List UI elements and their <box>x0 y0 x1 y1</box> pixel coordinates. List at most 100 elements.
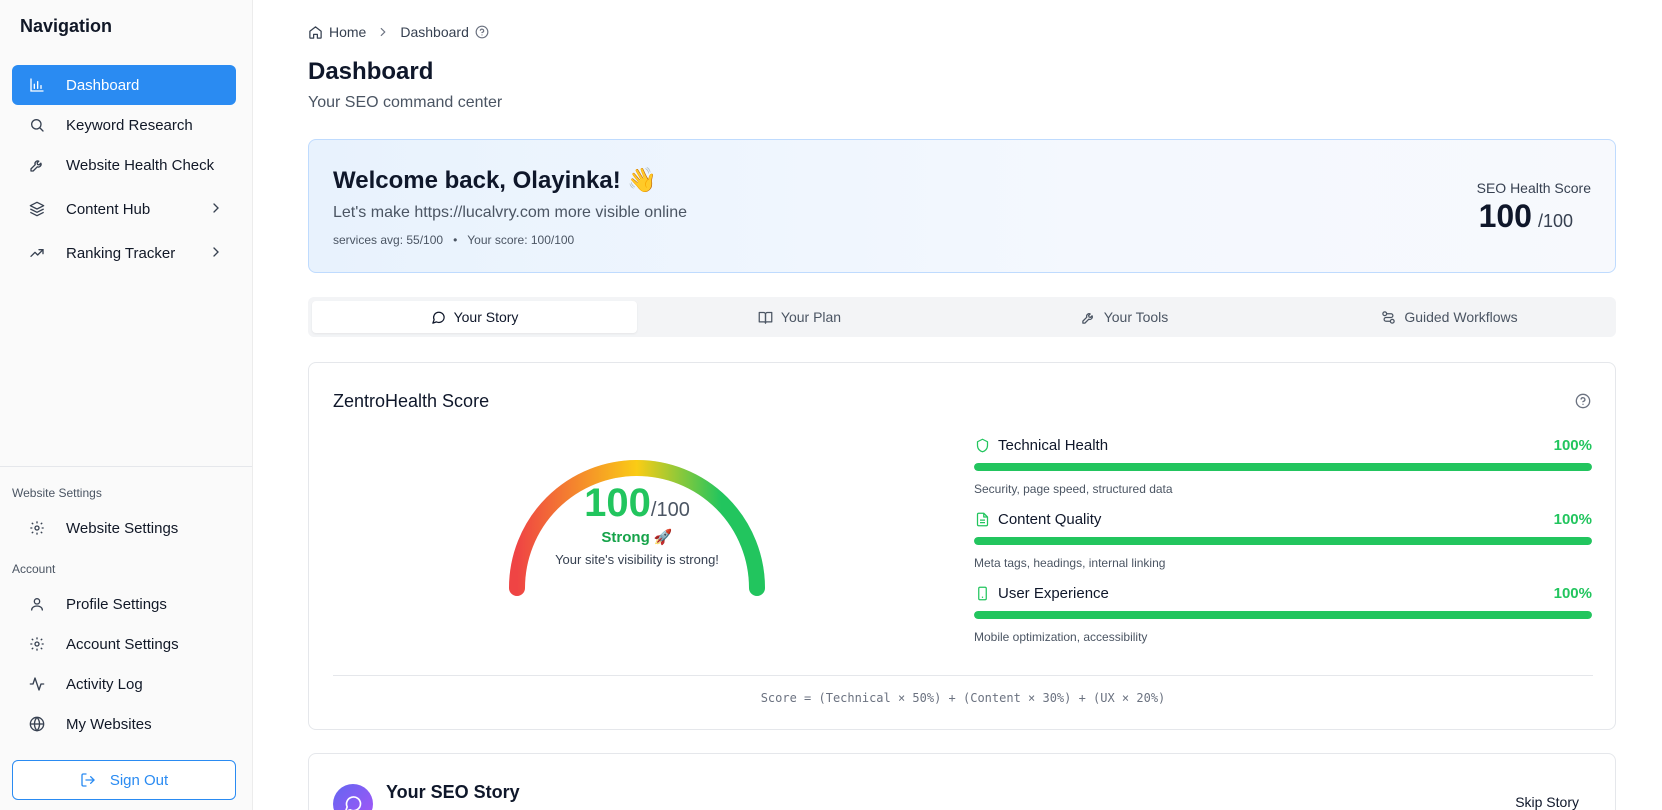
breadcrumb-home[interactable]: Home <box>329 24 366 40</box>
sidebar-item-content-hub[interactable]: Content Hub <box>12 189 236 229</box>
seo-health-score-label: SEO Health Score <box>1476 180 1591 196</box>
book-open-icon <box>758 310 773 325</box>
seo-story-card: Your SEO Story Skip Story <box>308 753 1616 810</box>
sidebar-divider <box>0 466 252 467</box>
help-circle-icon[interactable] <box>475 25 489 39</box>
seo-health-score-value: 100/100 <box>1479 198 1573 235</box>
group-label-website-settings: Website Settings <box>12 486 102 500</box>
sign-out-button[interactable]: Sign Out <box>12 760 236 800</box>
sidebar-item-activity-log[interactable]: Activity Log <box>12 664 236 704</box>
sidebar-item-account-settings[interactable]: Account Settings <box>12 624 236 664</box>
metric-name: User Experience <box>998 584 1109 602</box>
welcome-banner: Welcome back, Olayinka! 👋 Let's make htt… <box>308 139 1616 273</box>
sidebar-item-label: Activity Log <box>66 675 143 693</box>
search-icon <box>28 116 46 134</box>
tab-label: Your Tools <box>1103 309 1169 325</box>
nav-title: Navigation <box>20 16 113 36</box>
wrench-icon <box>1081 310 1096 325</box>
gauge-value: 100/100 <box>507 481 767 526</box>
file-text-icon <box>974 511 990 527</box>
gear-icon <box>28 635 46 653</box>
progress-fill <box>974 611 1592 619</box>
breadcrumb-current: Dashboard <box>400 24 469 40</box>
page-title: Dashboard <box>308 58 434 85</box>
log-out-icon <box>80 772 96 788</box>
score-denominator: /100 <box>1537 211 1573 231</box>
skip-story-button[interactable]: Skip Story <box>1515 794 1579 810</box>
smartphone-icon <box>974 585 990 601</box>
metric-description: Mobile optimization, accessibility <box>974 630 1148 644</box>
metric-technical-health: Technical Health 100% Security, page spe… <box>974 435 1592 496</box>
progress-fill <box>974 463 1592 471</box>
activity-icon <box>28 675 46 693</box>
sidebar-item-label: Website Health Check <box>66 156 215 174</box>
group-label-account: Account <box>12 562 56 576</box>
message-circle-icon <box>431 310 446 325</box>
sidebar-item-ranking-tracker[interactable]: Ranking Tracker <box>12 233 236 273</box>
progress-bar <box>974 463 1592 471</box>
globe-icon <box>28 715 46 733</box>
metric-percent: 100% <box>1553 510 1592 528</box>
sidebar-item-label: My Websites <box>66 715 152 733</box>
tab-your-tools[interactable]: Your Tools <box>962 301 1287 333</box>
tab-label: Guided Workflows <box>1404 309 1518 325</box>
shield-icon <box>974 437 990 453</box>
dashboard-tabs: Your Story Your Plan Your Tools Guided W… <box>308 297 1616 337</box>
gauge-status: Strong 🚀 <box>601 529 673 546</box>
sidebar-item-label: Dashboard <box>66 76 140 94</box>
bar-chart-icon <box>28 76 46 94</box>
sidebar: Navigation Dashboard Keyword Research We… <box>0 0 253 810</box>
wrench-icon <box>28 156 46 174</box>
health-score-title: ZentroHealth Score <box>333 391 490 411</box>
metric-name: Content Quality <box>998 510 1102 528</box>
welcome-title: Welcome back, Olayinka! 👋 <box>333 167 658 194</box>
sidebar-item-label: Website Settings <box>66 519 179 537</box>
metric-content-quality: Content Quality 100% Meta tags, headings… <box>974 509 1592 570</box>
sidebar-item-label: Profile Settings <box>66 595 167 613</box>
main-content: Home Dashboard Dashboard Your SEO comman… <box>253 0 1662 810</box>
gauge-number: 100 <box>584 481 651 525</box>
score-number: 100 <box>1478 198 1532 234</box>
progress-bar <box>974 537 1592 545</box>
sidebar-item-website-health-check[interactable]: Website Health Check <box>12 145 236 185</box>
tab-your-story[interactable]: Your Story <box>312 301 637 333</box>
user-icon <box>28 595 46 613</box>
welcome-subtitle: Let's make https://lucalvry.com more vis… <box>333 204 688 221</box>
workflow-icon <box>1381 310 1396 325</box>
help-circle-icon[interactable] <box>1575 393 1591 409</box>
sidebar-item-label: Keyword Research <box>66 116 193 134</box>
layers-icon <box>28 200 46 218</box>
tab-guided-workflows[interactable]: Guided Workflows <box>1287 301 1612 333</box>
gauge-denominator: /100 <box>650 499 690 521</box>
metric-name: Technical Health <box>998 436 1109 454</box>
sidebar-item-profile-settings[interactable]: Profile Settings <box>12 584 236 624</box>
metric-description: Meta tags, headings, internal linking <box>974 556 1166 570</box>
seo-story-title: Your SEO Story <box>386 782 520 802</box>
chevron-right-icon <box>208 244 224 260</box>
home-icon <box>308 25 323 40</box>
tab-label: Your Plan <box>780 309 842 325</box>
services-avg: services avg: 55/100 <box>333 233 444 247</box>
formula-divider <box>333 675 1593 676</box>
message-circle-icon <box>333 784 373 810</box>
tab-your-plan[interactable]: Your Plan <box>637 301 962 333</box>
metric-description: Security, page speed, structured data <box>974 482 1173 496</box>
metric-user-experience: User Experience 100% Mobile optimization… <box>974 583 1592 644</box>
sidebar-item-label: Ranking Tracker <box>66 244 176 262</box>
page-subtitle: Your SEO command center <box>308 94 503 111</box>
sidebar-item-label: Account Settings <box>66 635 179 653</box>
score-formula: Score = (Technical × 50%) + (Content × 3… <box>760 691 1166 705</box>
sidebar-item-keyword-research[interactable]: Keyword Research <box>12 105 236 145</box>
meta-bullet: • <box>453 233 458 247</box>
sidebar-item-label: Content Hub <box>66 200 151 218</box>
sidebar-item-my-websites[interactable]: My Websites <box>12 704 236 744</box>
health-score-card: ZentroHealth Score 100/100 Strong 🚀 Your… <box>308 362 1616 730</box>
progress-bar <box>974 611 1592 619</box>
your-score: Your score: 100/100 <box>467 233 575 247</box>
sidebar-item-website-settings[interactable]: Website Settings <box>12 508 236 548</box>
gear-icon <box>28 519 46 537</box>
breadcrumb: Home Dashboard <box>308 24 489 40</box>
sidebar-item-dashboard[interactable]: Dashboard <box>12 65 236 105</box>
trending-up-icon <box>28 244 46 262</box>
chevron-right-icon <box>208 200 224 216</box>
